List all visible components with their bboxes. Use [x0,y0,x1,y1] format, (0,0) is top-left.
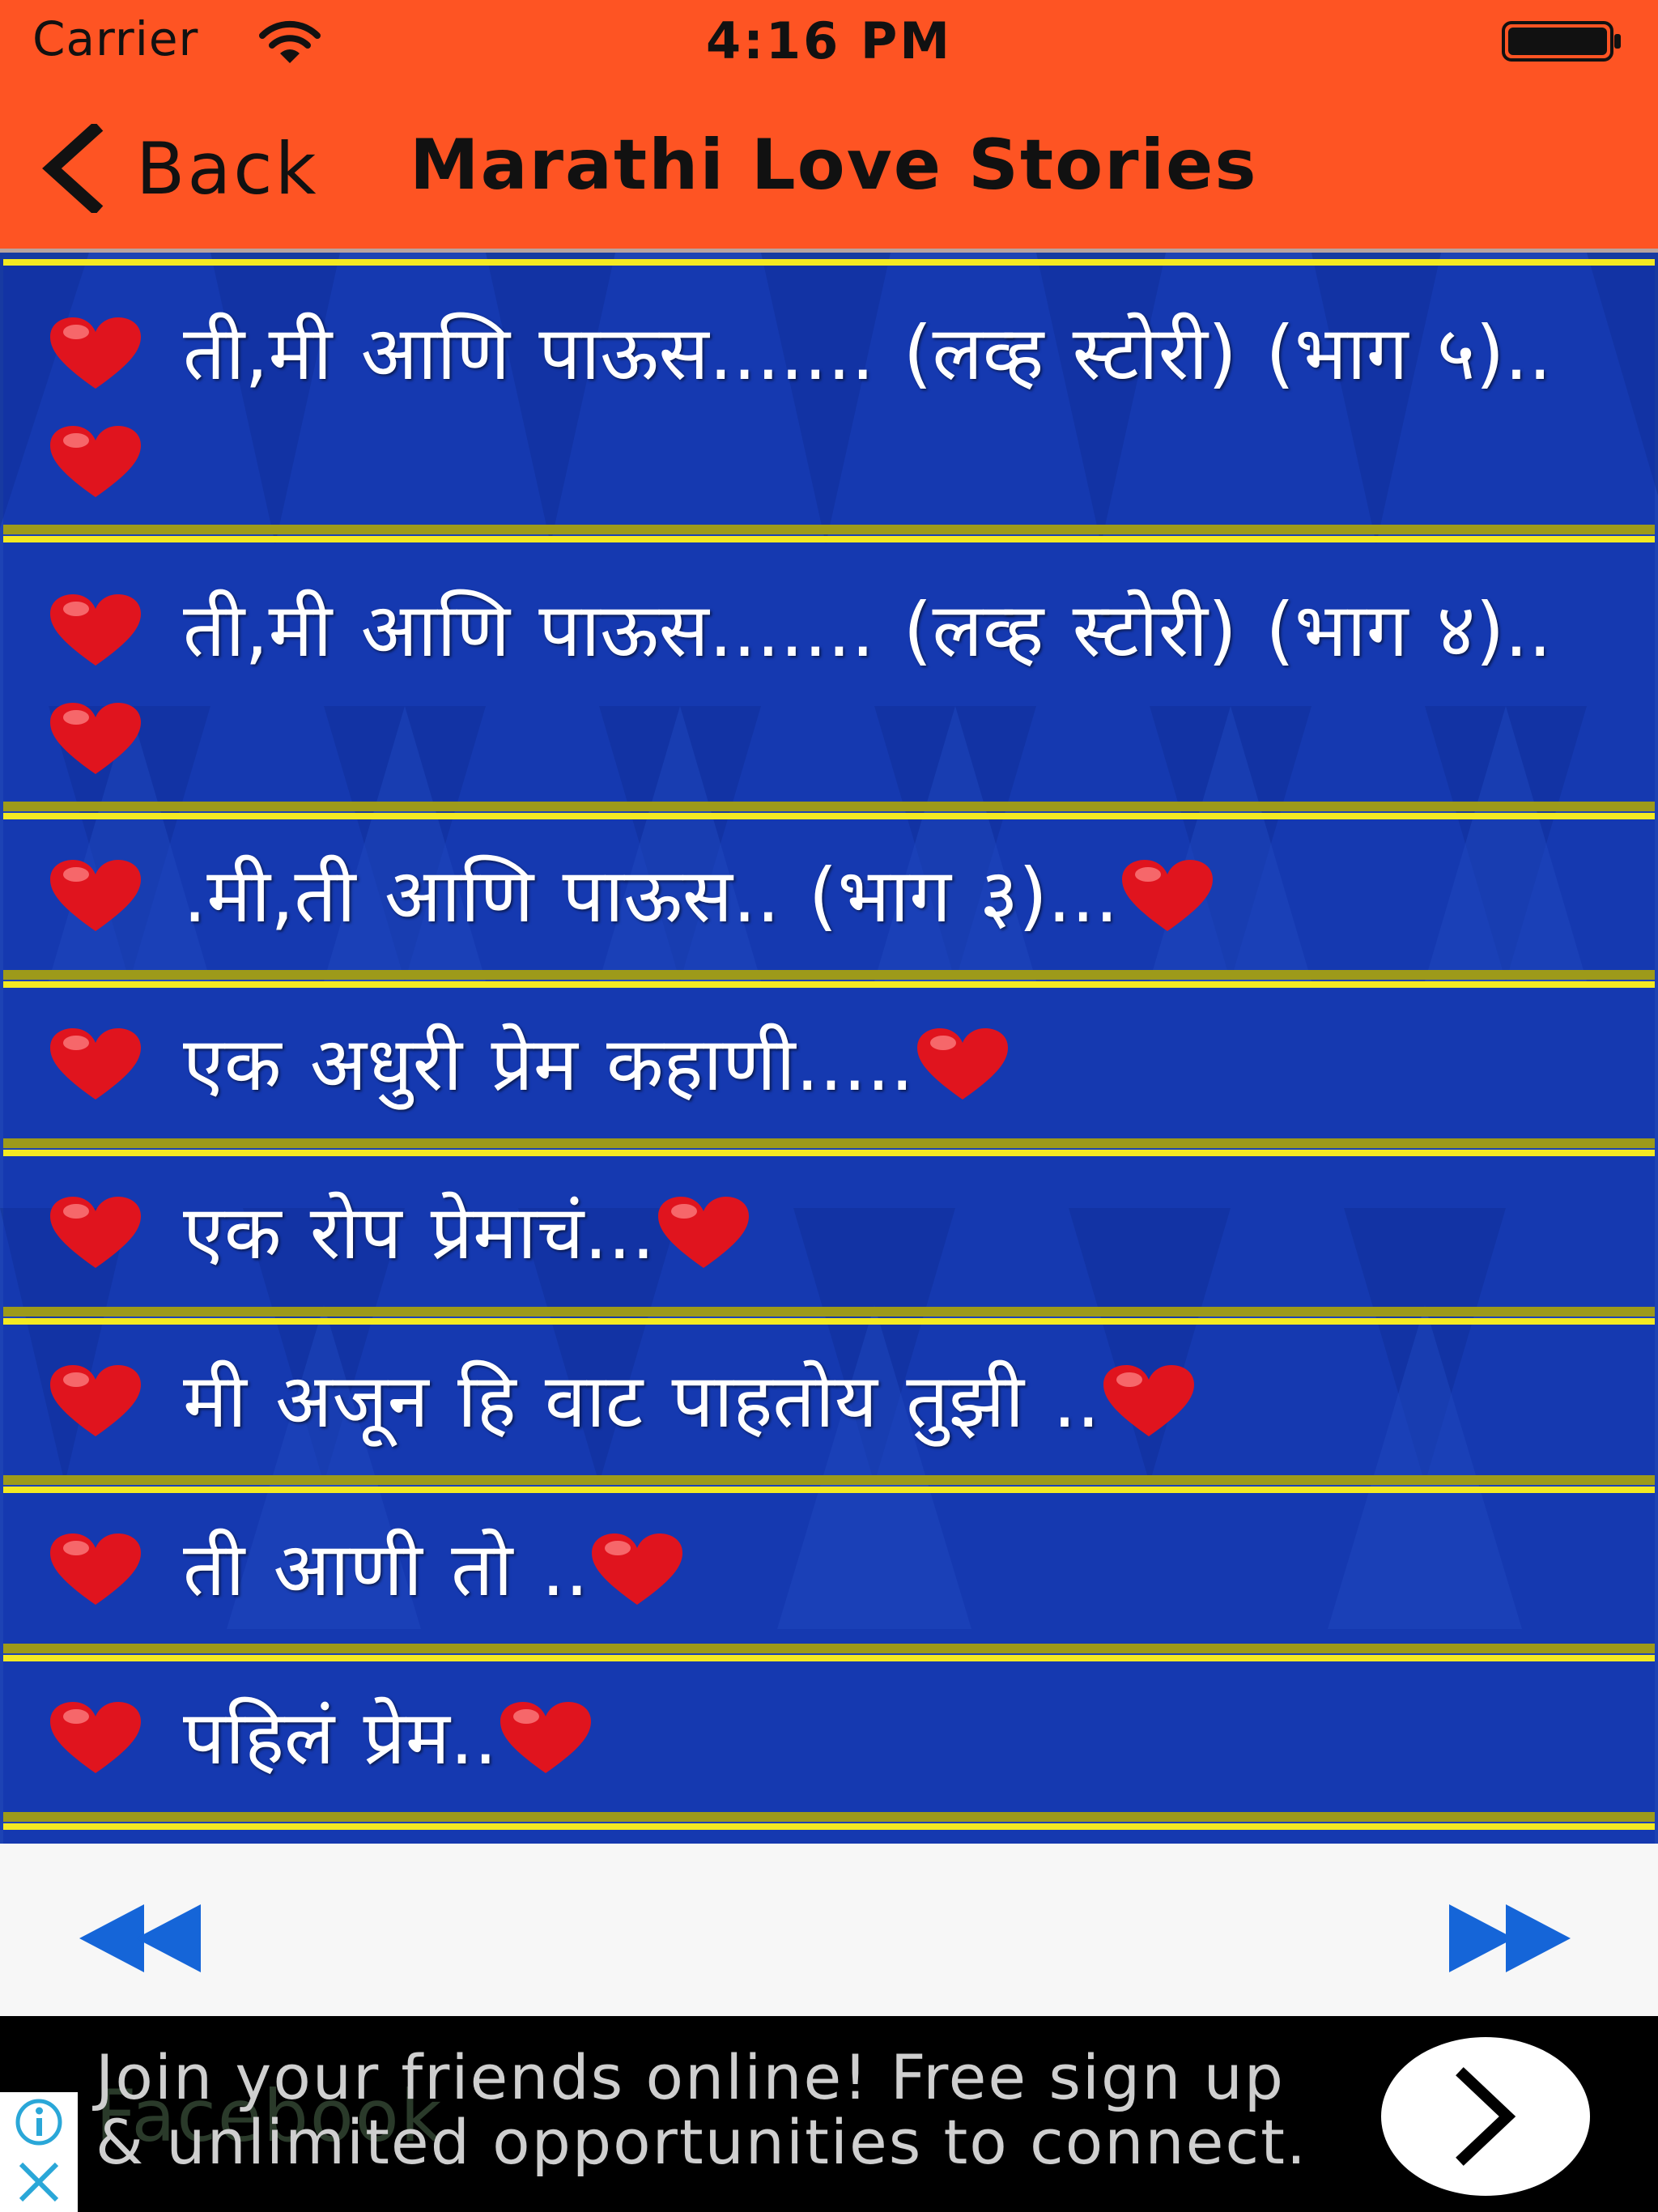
list-item[interactable]: .मी,ती आणि पाऊस.. (भाग ३)... [3,813,1655,980]
heart-icon [500,1702,592,1773]
list-item[interactable]: ती,मी आणि पाऊस....... (लव्ह स्टोरी) (भाग… [3,259,1655,534]
list-item[interactable]: एक अधुरी प्रेम कहाणी..... [3,981,1655,1148]
story-title: ती आणी तो .. [47,1516,1606,1624]
status-bar: Carrier 4:16 PM [0,0,1658,81]
ad-line-2: & unlimited opportunities to connect. [96,2106,1308,2178]
close-icon [19,2162,59,2202]
battery-icon [1502,21,1621,62]
heart-icon [50,1365,141,1436]
story-title: ती,मी आणि पाऊस....... (लव्ह स्टोरी) (भाग… [47,576,1606,793]
rewind-icon[interactable] [79,1904,217,1972]
heart-icon [50,703,141,774]
story-label: ती आणी तो .. [183,1526,589,1613]
ad-text: Join your friends online! Free sign up &… [96,2045,1307,2175]
fast-forward-icon[interactable] [1449,1904,1587,1972]
story-label: ती,मी आणि पाऊस....... (लव्ह स्टोरी) (भाग… [183,587,1552,674]
story-label: एक रोप प्रेमाचं... [183,1189,656,1276]
story-title: मी अजून हि वाट पाहतोय तुझी .. [47,1347,1606,1456]
heart-icon [50,1534,141,1605]
chevron-left-icon [42,124,104,213]
heart-icon [592,1534,683,1605]
ad-info-button[interactable] [0,2092,78,2152]
navigation-bar: Back Marathi Love Stories [0,81,1658,251]
info-icon [15,2099,62,2146]
list-item[interactable]: पहिलं प्रेम.. [3,1655,1655,1822]
page-title: Marathi Love Stories [410,125,1258,206]
story-title: ती,मी आणि पाऊस....... (लव्ह स्टोरी) (भाग… [47,300,1606,517]
heart-icon [50,860,141,931]
story-label: .मी,ती आणि पाऊस.. (भाग ३)... [183,853,1119,939]
story-label: मी अजून हि वाट पाहतोय तुझी .. [183,1358,1100,1444]
ad-cta-button[interactable] [1381,2037,1590,2196]
chevron-right-icon [1456,2067,1516,2166]
story-label: एक अधुरी प्रेम कहाणी..... [183,1021,914,1108]
list-item[interactable] [3,1823,1655,1844]
heart-icon [50,1702,141,1773]
ad-close-button[interactable] [0,2152,78,2212]
list-item[interactable]: ती,मी आणि पाऊस....... (लव्ह स्टोरी) (भाग… [3,536,1655,811]
ad-banner[interactable]: Facebook Join your friends online! Free … [0,2016,1658,2212]
story-list[interactable]: ती,मी आणि पाऊस....... (लव्ह स्टोरी) (भाग… [0,253,1658,1844]
heart-icon [50,1028,141,1100]
back-button[interactable]: Back [39,120,363,217]
story-title: एक रोप प्रेमाचं... [47,1179,1606,1287]
heart-icon [916,1028,1008,1100]
pagination-bar [0,1844,1658,2016]
list-item[interactable]: ती आणी तो .. [3,1487,1655,1653]
app-header: Carrier 4:16 PM Back Marathi Love Storie… [0,0,1658,253]
story-title: .मी,ती आणि पाऊस.. (भाग ३)... [47,842,1606,951]
list-item[interactable]: मी अजून हि वाट पाहतोय तुझी .. [3,1318,1655,1485]
ad-line-1: Join your friends online! Free sign up [96,2041,1286,2113]
heart-icon [658,1197,750,1268]
heart-icon [50,426,141,497]
heart-icon [1121,860,1213,931]
list-item[interactable]: एक रोप प्रेमाचं... [3,1150,1655,1317]
heart-icon [50,1197,141,1268]
back-label: Back [136,126,319,211]
story-title: एक अधुरी प्रेम कहाणी..... [47,1010,1606,1119]
heart-icon [50,317,141,389]
story-title: पहिलं प्रेम.. [47,1684,1606,1793]
story-label: पहिलं प्रेम.. [183,1695,498,1781]
status-time: 4:16 PM [706,11,952,70]
heart-icon [1103,1365,1194,1436]
story-label: ती,मी आणि पाऊस....... (लव्ह स्टोरी) (भाग… [183,310,1552,397]
heart-icon [50,594,141,666]
